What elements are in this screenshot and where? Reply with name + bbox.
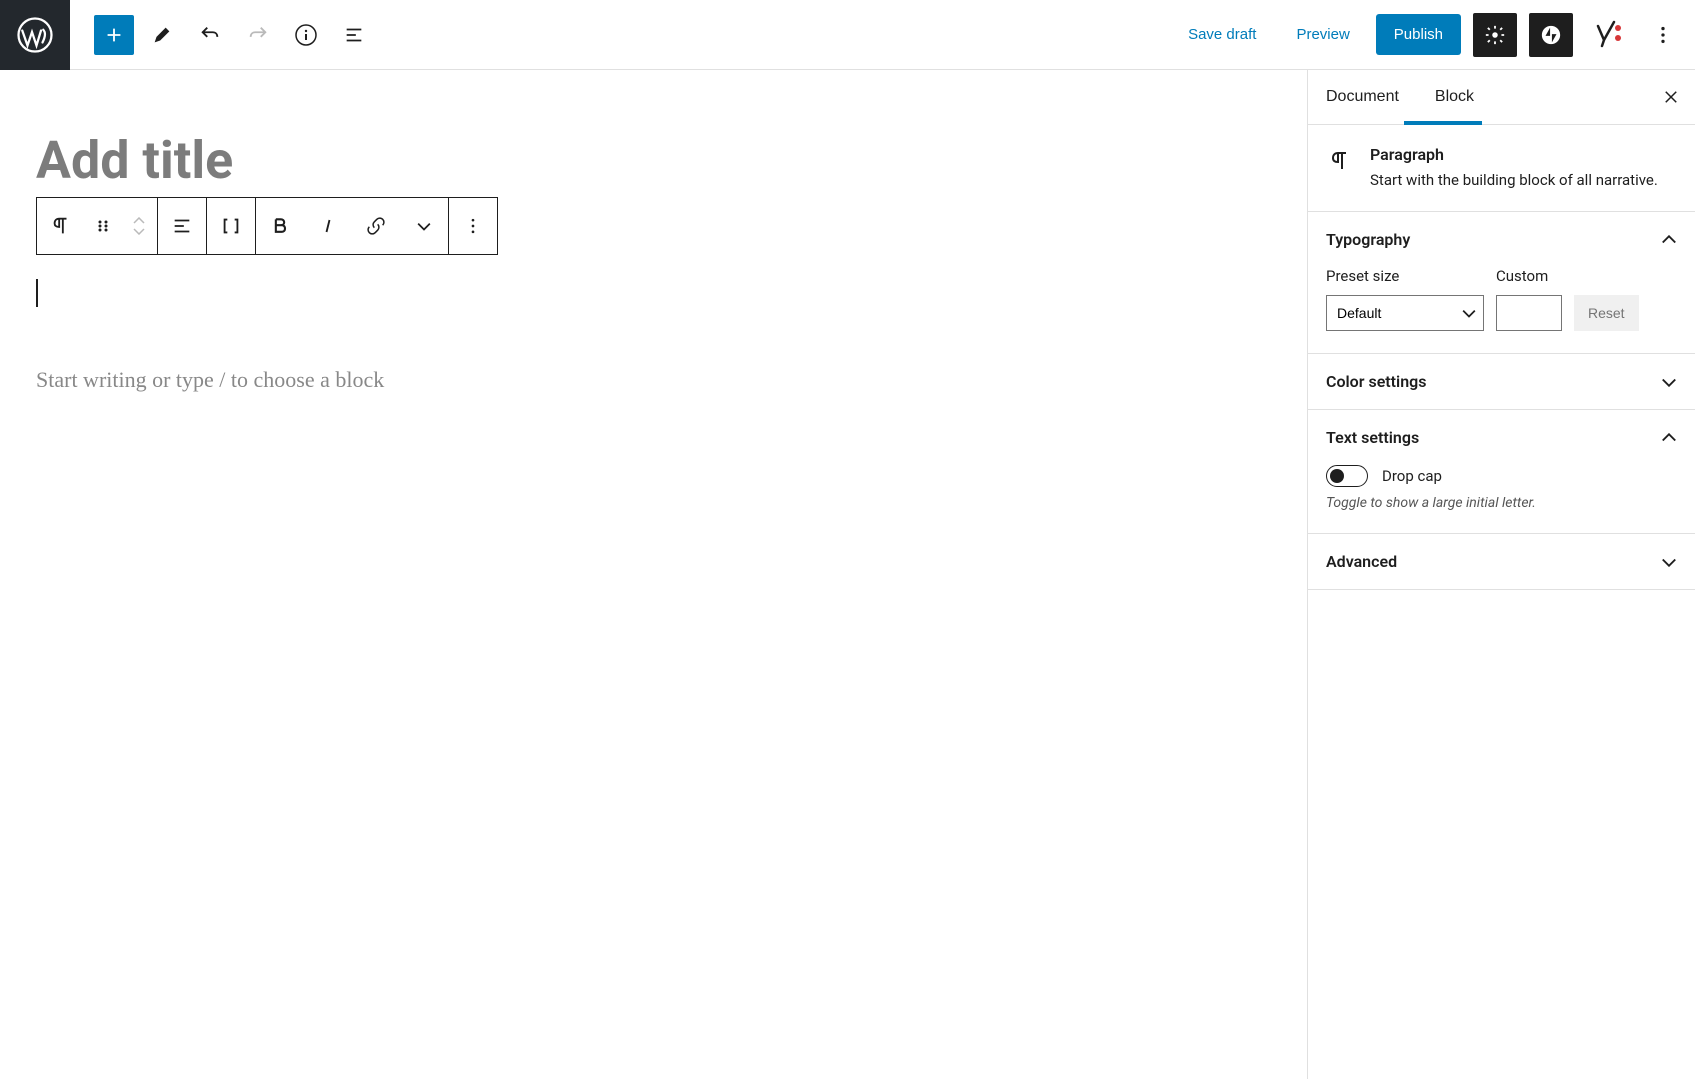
align-left-icon <box>171 215 193 237</box>
redo-button[interactable] <box>238 15 278 55</box>
drag-icon <box>96 219 110 233</box>
close-icon <box>1662 88 1680 106</box>
chevron-down-icon <box>133 227 145 235</box>
move-up-down-button[interactable] <box>121 198 157 254</box>
chevron-up-icon <box>133 217 145 225</box>
panel-title: Text settings <box>1326 428 1419 447</box>
bold-button[interactable] <box>256 198 304 254</box>
preview-button[interactable]: Preview <box>1282 16 1363 53</box>
info-icon <box>294 23 318 47</box>
preset-size-select[interactable]: Default <box>1326 295 1484 331</box>
chevron-down-icon <box>1661 377 1677 387</box>
block-type-description: Start with the building block of all nar… <box>1370 170 1658 191</box>
top-toolbar: Save draft Preview Publish <box>0 0 1695 70</box>
block-toolbar <box>36 197 498 255</box>
custom-size-input[interactable] <box>1496 295 1562 331</box>
sidebar-tabs: Document Block <box>1308 70 1695 125</box>
plus-icon <box>103 24 125 46</box>
tab-block[interactable]: Block <box>1417 70 1492 124</box>
text-settings-panel: Text settings Drop cap Toggle to show a … <box>1308 410 1695 534</box>
add-block-button[interactable] <box>94 15 134 55</box>
italic-icon <box>319 217 337 235</box>
link-icon <box>366 216 386 236</box>
width-button[interactable] <box>207 198 255 254</box>
dropcap-label: Drop cap <box>1382 467 1442 485</box>
wordpress-icon <box>17 17 53 53</box>
close-sidebar-button[interactable] <box>1653 79 1689 115</box>
color-panel-header[interactable]: Color settings <box>1308 354 1695 409</box>
panel-title: Advanced <box>1326 552 1397 571</box>
info-button[interactable] <box>286 15 326 55</box>
undo-icon <box>199 24 221 46</box>
typography-panel-header[interactable]: Typography <box>1308 212 1695 267</box>
publish-button[interactable]: Publish <box>1376 14 1461 55</box>
settings-sidebar: Document Block Paragraph Start with the … <box>1307 70 1695 1079</box>
edit-mode-button[interactable] <box>142 15 182 55</box>
paragraph-icon <box>1326 147 1354 175</box>
chevron-down-icon <box>1661 557 1677 567</box>
block-options-button[interactable] <box>449 198 497 254</box>
typography-panel: Typography Preset size Default <box>1308 212 1695 354</box>
dots-vertical-icon <box>463 216 483 236</box>
undo-button[interactable] <box>190 15 230 55</box>
more-menu-button[interactable] <box>1641 13 1685 57</box>
yoast-button[interactable] <box>1585 13 1629 57</box>
jetpack-button[interactable] <box>1529 13 1573 57</box>
block-type-button[interactable] <box>37 198 85 254</box>
block-placeholder[interactable]: Start writing or type / to choose a bloc… <box>36 367 1271 393</box>
text-settings-panel-header[interactable]: Text settings <box>1308 410 1695 465</box>
align-button[interactable] <box>158 198 206 254</box>
paragraph-block[interactable] <box>36 279 1271 307</box>
custom-size-label: Custom <box>1496 267 1562 285</box>
block-type-title: Paragraph <box>1370 145 1658 164</box>
advanced-panel: Advanced <box>1308 534 1695 590</box>
italic-button[interactable] <box>304 198 352 254</box>
redo-icon <box>247 24 269 46</box>
settings-button[interactable] <box>1473 13 1517 57</box>
outline-button[interactable] <box>334 15 374 55</box>
reset-size-button[interactable]: Reset <box>1574 295 1639 331</box>
jetpack-icon <box>1540 24 1562 46</box>
preset-size-label: Preset size <box>1326 267 1484 285</box>
brackets-icon <box>220 215 242 237</box>
text-cursor <box>36 279 38 307</box>
color-panel: Color settings <box>1308 354 1695 410</box>
chevron-up-icon <box>1661 433 1677 443</box>
gear-icon <box>1484 24 1506 46</box>
panel-title: Typography <box>1326 230 1410 249</box>
yoast-icon <box>1592 20 1622 50</box>
bold-icon <box>270 216 290 236</box>
chevron-down-icon <box>417 221 431 231</box>
tab-document[interactable]: Document <box>1308 70 1417 124</box>
editor-canvas: Start writing or type / to choose a bloc… <box>0 70 1307 1079</box>
pencil-icon <box>151 24 173 46</box>
dropcap-toggle[interactable] <box>1326 465 1368 487</box>
chevron-up-icon <box>1661 235 1677 245</box>
wordpress-logo[interactable] <box>0 0 70 70</box>
advanced-panel-header[interactable]: Advanced <box>1308 534 1695 589</box>
post-title-input[interactable] <box>36 130 1271 191</box>
block-info-panel: Paragraph Start with the building block … <box>1308 125 1695 212</box>
paragraph-icon <box>50 215 72 237</box>
link-button[interactable] <box>352 198 400 254</box>
panel-title: Color settings <box>1326 372 1426 391</box>
tab-indicator <box>1404 121 1482 125</box>
outline-icon <box>343 24 365 46</box>
drag-handle[interactable] <box>85 198 121 254</box>
toggle-knob <box>1330 469 1344 483</box>
dropcap-help-text: Toggle to show a large initial letter. <box>1326 495 1677 511</box>
save-draft-button[interactable]: Save draft <box>1174 16 1270 53</box>
more-formatting-button[interactable] <box>400 198 448 254</box>
dots-vertical-icon <box>1652 24 1674 46</box>
